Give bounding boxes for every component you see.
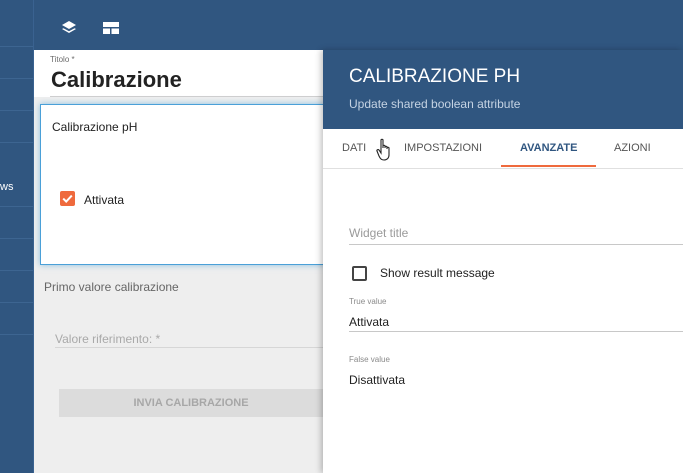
activated-checkbox-label: Attivata <box>84 193 125 207</box>
widget-title: Calibrazione pH <box>52 120 138 134</box>
reference-value-input[interactable]: Valore riferimento: * <box>55 332 160 346</box>
top-toolbar <box>34 0 683 50</box>
nav-divider <box>0 46 33 47</box>
show-result-checkbox[interactable] <box>352 266 367 281</box>
check-icon <box>62 194 73 204</box>
hand-cursor-icon <box>376 138 394 162</box>
nav-divider <box>0 206 33 207</box>
true-value-label: True value <box>349 297 387 306</box>
tab-avanzate[interactable]: AVANZATE <box>520 129 577 167</box>
show-result-label: Show result message <box>380 266 495 280</box>
true-value-underline <box>349 331 683 332</box>
widget-details-panel: CALIBRAZIONE PH Update shared boolean at… <box>323 50 683 473</box>
widget-title-underline <box>349 244 683 245</box>
nav-divider <box>0 78 33 79</box>
tab-azioni[interactable]: AZIONI <box>614 129 651 167</box>
tab-impostazioni[interactable]: IMPOSTAZIONI <box>404 129 482 167</box>
false-value-label: False value <box>349 355 390 364</box>
nav-divider <box>0 238 33 239</box>
nav-divider <box>0 270 33 271</box>
nav-divider <box>0 110 33 111</box>
dashboard-title[interactable]: Calibrazione <box>51 67 182 93</box>
dashboard-layout-icon[interactable] <box>102 19 120 37</box>
nav-divider <box>0 334 33 335</box>
panel-title: CALIBRAZIONE PH <box>349 66 521 87</box>
reference-input-underline <box>55 347 323 348</box>
false-value-input[interactable]: Disattivata <box>349 373 405 387</box>
nav-divider <box>0 142 33 143</box>
activated-checkbox[interactable] <box>60 191 75 206</box>
side-nav: ws <box>0 0 34 473</box>
send-calibration-button[interactable]: INVIA CALIBRAZIONE <box>59 389 323 417</box>
panel-header: CALIBRAZIONE PH Update shared boolean at… <box>323 50 683 129</box>
calibration-widget[interactable]: Calibrazione pH Attivata <box>40 104 325 265</box>
panel-subtitle: Update shared boolean attribute <box>349 97 521 111</box>
active-tab-indicator <box>501 165 596 167</box>
nav-divider <box>0 302 33 303</box>
title-underline <box>50 96 323 97</box>
sidebar-item-label[interactable]: ws <box>0 181 13 193</box>
true-value-input[interactable]: Attivata <box>349 315 389 329</box>
layers-icon[interactable] <box>60 19 78 37</box>
dashboard-title-field[interactable]: Titolo * Calibrazione <box>34 50 323 97</box>
calibration-section-label: Primo valore calibrazione <box>44 280 179 294</box>
title-field-label: Titolo * <box>50 55 75 64</box>
tab-dati[interactable]: DATI <box>342 129 366 167</box>
widget-title-input[interactable]: Widget title <box>349 226 408 240</box>
